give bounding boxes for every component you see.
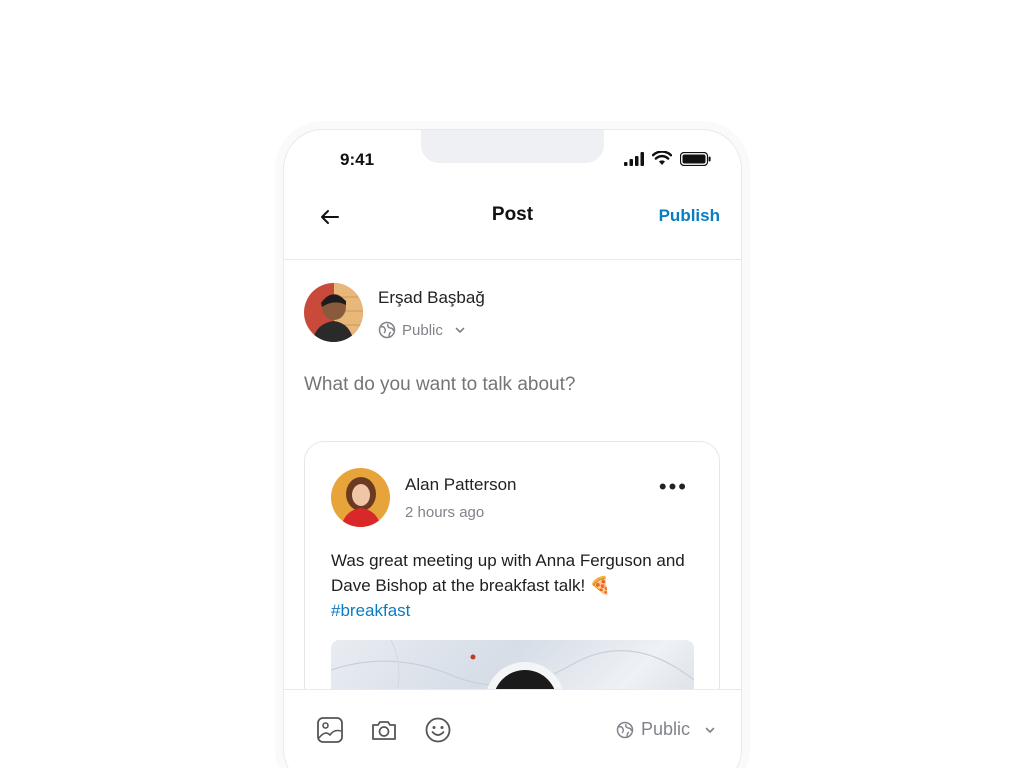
- globe-icon: [378, 321, 396, 339]
- wifi-icon: [652, 151, 672, 165]
- avatar: [304, 283, 363, 342]
- author-name: Erşad Başbağ: [378, 288, 485, 307]
- post-timestamp: 2 hours ago: [405, 504, 485, 521]
- compose-input[interactable]: [304, 374, 724, 396]
- image-icon[interactable]: [316, 716, 344, 744]
- post-body: Was great meeting up with Anna Ferguson …: [331, 551, 685, 595]
- post-text: Was great meeting up with Anna Ferguson …: [331, 548, 691, 623]
- globe-icon: [616, 721, 634, 738]
- publish-button[interactable]: Publish: [659, 206, 720, 226]
- battery-icon: [680, 151, 711, 166]
- camera-icon[interactable]: [370, 716, 398, 744]
- bottom-toolbar: Public: [284, 689, 741, 768]
- status-time: 9:41: [340, 150, 375, 169]
- phone-frame: 9:41 Post Publish Erşad Başbağ Public Wh…: [283, 129, 742, 768]
- status-icons: [624, 151, 711, 166]
- more-horizontal-icon[interactable]: •••: [659, 476, 688, 498]
- toolbar-visibility-label: Public: [640, 719, 690, 739]
- visibility-selector[interactable]: Public: [378, 321, 485, 339]
- chevron-down-icon: [455, 327, 465, 333]
- post-author-name: Alan Patterson: [405, 475, 517, 494]
- author-block: Erşad Başbağ Public: [304, 283, 485, 342]
- toolbar-visibility-selector[interactable]: Public: [616, 719, 717, 740]
- smile-icon[interactable]: [424, 716, 452, 744]
- notch: [421, 130, 604, 163]
- signal-icon: [624, 151, 644, 166]
- visibility-label: Public: [402, 321, 443, 339]
- post-hashtag[interactable]: #breakfast: [331, 601, 410, 620]
- chevron-down-icon: [705, 727, 715, 733]
- post-author-avatar: [331, 468, 390, 527]
